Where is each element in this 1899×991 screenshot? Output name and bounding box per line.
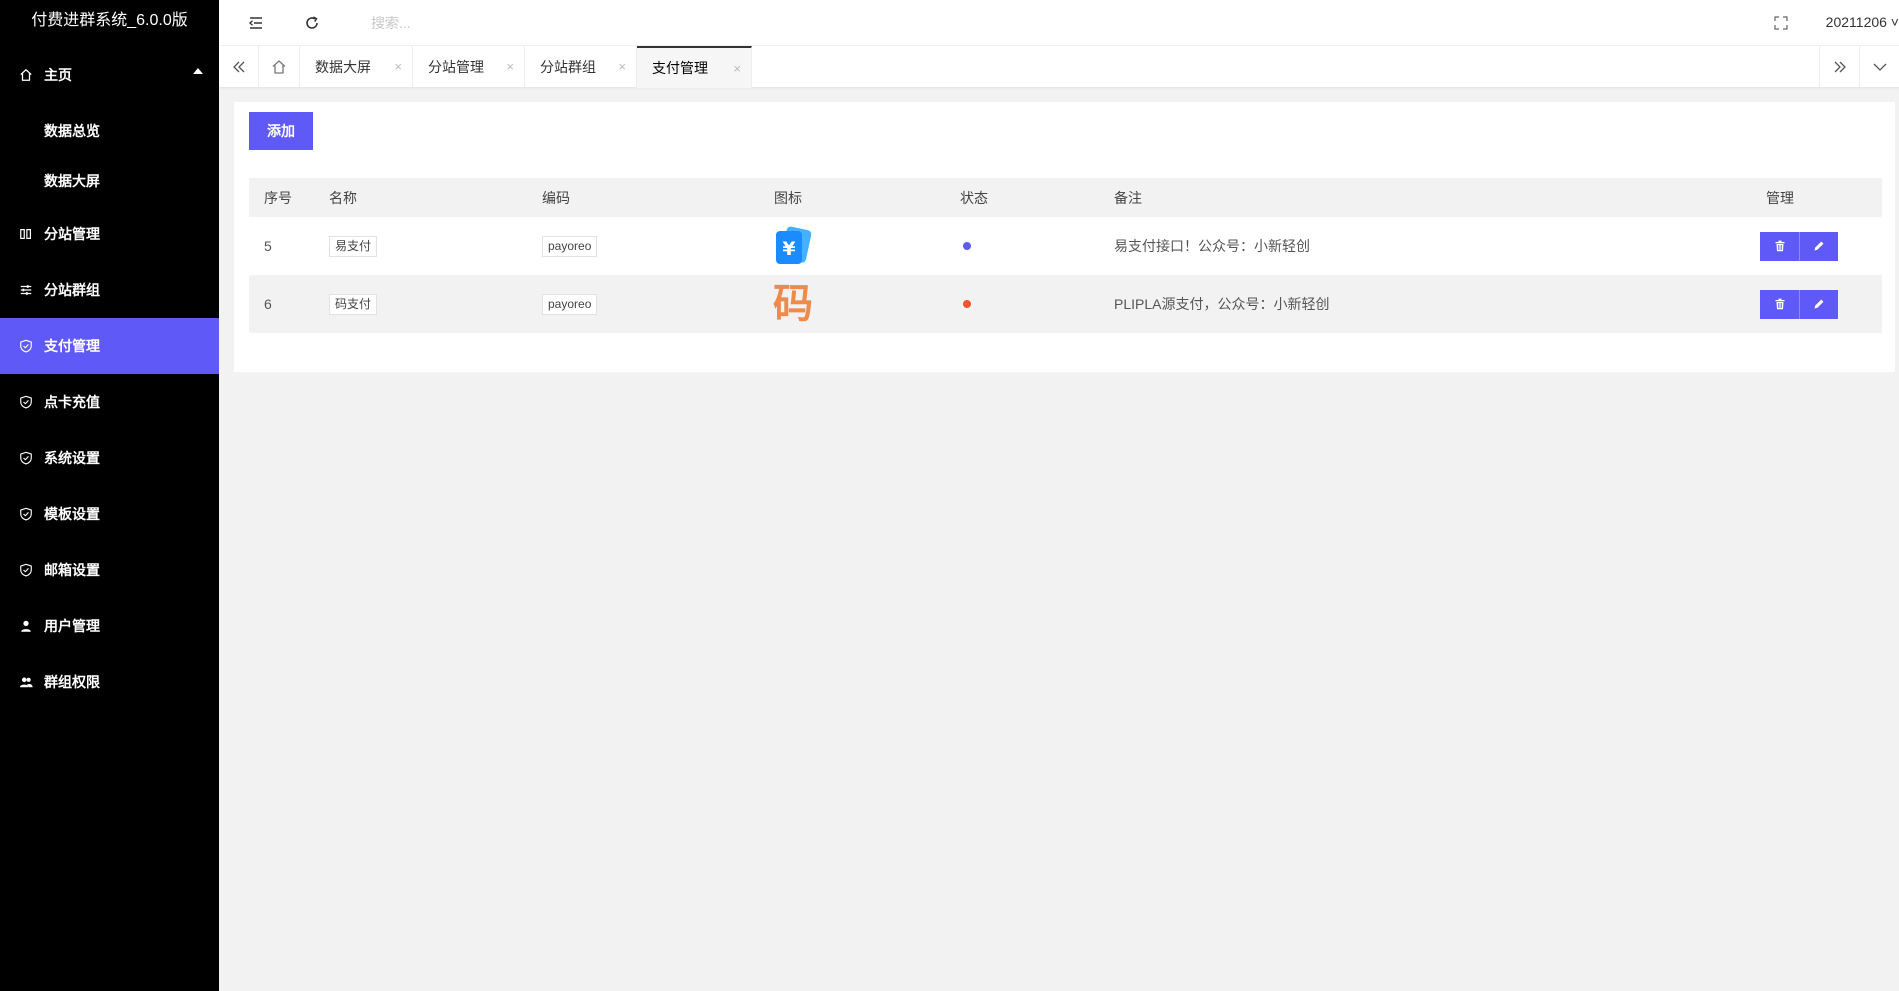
sidebar-item-label: 系统设置: [44, 450, 100, 466]
row-code-tag: payoreo: [542, 235, 598, 257]
tab-payment-management[interactable]: 支付管理 ×: [637, 46, 752, 88]
sidebar-item-label: 主页: [44, 67, 72, 83]
menu-collapse-icon[interactable]: [245, 12, 267, 34]
pencil-icon: [1814, 299, 1824, 309]
pencil-icon: [1814, 241, 1824, 251]
sidebar-item-label: 模板设置: [44, 506, 100, 522]
user-menu[interactable]: 20211206 ˅: [1826, 14, 1899, 30]
row-remark: PLIPLA源支付，公众号：小新轻创: [1114, 296, 1330, 312]
tab-bar: 数据大屏 × 分站管理 × 分站群组 × 支付管理 ×: [219, 46, 1899, 88]
sidebar-item-template-settings[interactable]: 模板设置: [0, 486, 219, 542]
shield-icon: [19, 563, 33, 577]
tab-label: 数据大屏: [315, 59, 371, 75]
shield-icon: [19, 507, 33, 521]
top-header: 20211206 ˅: [219, 0, 1899, 46]
close-icon[interactable]: ×: [733, 62, 741, 76]
close-icon[interactable]: ×: [618, 60, 626, 74]
table-header: 序号 名称 编码 图标 状态 备注 管理: [249, 178, 1882, 217]
wallet-yuan-icon: ¥: [776, 226, 812, 264]
row-code-tag: payoreo: [542, 293, 598, 315]
caret-up-icon: [193, 68, 203, 74]
shield-icon: [19, 339, 33, 353]
row-actions: [1760, 289, 1838, 319]
sidebar-item-label: 群组权限: [44, 674, 100, 690]
refresh-icon[interactable]: [301, 12, 323, 34]
tab-data-bigscreen[interactable]: 数据大屏 ×: [300, 46, 413, 88]
sidebar-subitem-bigscreen[interactable]: 数据大屏: [0, 156, 219, 206]
trash-icon: [1775, 298, 1784, 310]
sidebar-item-home[interactable]: 主页: [0, 44, 219, 106]
close-icon[interactable]: ×: [506, 60, 514, 74]
tab-substation-group[interactable]: 分站群组 ×: [525, 46, 637, 88]
user-icon: [19, 619, 33, 633]
sidebar-item-group-permissions[interactable]: 群组权限: [0, 654, 219, 710]
sidebar-item-label: 用户管理: [44, 618, 100, 634]
columns-icon: [19, 227, 33, 241]
home-icon: [19, 68, 33, 82]
row-name-tag: 易支付: [329, 235, 378, 257]
sidebar-item-label: 分站管理: [44, 226, 100, 242]
sidebar-item-label: 邮箱设置: [44, 562, 100, 578]
table-row: 6 码支付 payoreo 码 PLIPLA源支付，公众号：小新轻创: [249, 275, 1882, 333]
delete-button[interactable]: [1760, 231, 1799, 261]
svg-text:¥: ¥: [782, 238, 795, 260]
tab-scroll-right-icon[interactable]: [1819, 46, 1859, 88]
status-dot: [963, 242, 971, 250]
trash-icon: [1775, 240, 1784, 252]
sidebar-item-mail-settings[interactable]: 邮箱设置: [0, 542, 219, 598]
table-row: 5 易支付 payoreo ¥ 易支付接口！公众号：小新轻创: [249, 217, 1882, 275]
users-icon: [19, 675, 33, 689]
tab-options-chevron-down-icon[interactable]: [1859, 46, 1899, 88]
edit-button[interactable]: [1799, 289, 1838, 319]
ma-icon: 码: [773, 280, 813, 327]
close-icon[interactable]: ×: [394, 60, 402, 74]
tab-label: 支付管理: [652, 60, 708, 76]
delete-button[interactable]: [1760, 289, 1799, 319]
sliders-icon: [19, 283, 33, 297]
shield-icon: [19, 395, 33, 409]
sidebar-subitem-overview[interactable]: 数据总览: [0, 106, 219, 156]
header-remark: 备注: [1114, 189, 1142, 206]
header-name: 名称: [329, 189, 357, 206]
shield-icon: [19, 451, 33, 465]
row-name-tag: 码支付: [329, 293, 378, 315]
fullscreen-icon[interactable]: [1770, 12, 1792, 34]
header-status: 状态: [960, 189, 988, 206]
sidebar-item-system-settings[interactable]: 系统设置: [0, 430, 219, 486]
tab-label: 分站管理: [428, 59, 484, 75]
row-id: 5: [264, 238, 272, 254]
payment-management-panel: 添加 序号 名称 编码 图标 状态 备注 管理 5 易支付 payoreo ¥ …: [234, 102, 1895, 372]
tab-label: 分站群组: [540, 59, 596, 75]
status-dot: [963, 300, 971, 308]
add-button[interactable]: 添加: [249, 112, 313, 150]
header-icon: 图标: [774, 189, 802, 206]
sidebar: 付费进群系统_6.0.0版 主页 数据总览 数据大屏 分站管理 分站群组 支付管…: [0, 0, 219, 991]
sidebar-item-substation[interactable]: 分站管理: [0, 206, 219, 262]
sidebar-item-user-management[interactable]: 用户管理: [0, 598, 219, 654]
sidebar-item-label: 点卡充值: [44, 394, 100, 410]
row-remark: 易支付接口！公众号：小新轻创: [1114, 238, 1310, 254]
payment-table: 序号 名称 编码 图标 状态 备注 管理 5 易支付 payoreo ¥ 易支付…: [249, 178, 1882, 333]
sidebar-item-payment[interactable]: 支付管理: [0, 318, 219, 374]
edit-button[interactable]: [1799, 231, 1838, 261]
tab-substation-management[interactable]: 分站管理 ×: [413, 46, 525, 88]
sidebar-item-label: 分站群组: [44, 282, 100, 298]
sidebar-item-substation-group[interactable]: 分站群组: [0, 262, 219, 318]
row-actions: [1760, 231, 1838, 261]
search-input[interactable]: [371, 10, 671, 36]
header-code: 编码: [542, 189, 570, 206]
header-id: 序号: [264, 189, 292, 206]
app-title: 付费进群系统_6.0.0版: [31, 12, 188, 29]
row-id: 6: [264, 296, 272, 312]
tab-home-icon[interactable]: [259, 46, 300, 88]
sidebar-item-card-recharge[interactable]: 点卡充值: [0, 374, 219, 430]
header-manage: 管理: [1766, 189, 1794, 206]
tab-scroll-left-icon[interactable]: [219, 46, 259, 88]
sidebar-item-label: 支付管理: [44, 338, 100, 354]
